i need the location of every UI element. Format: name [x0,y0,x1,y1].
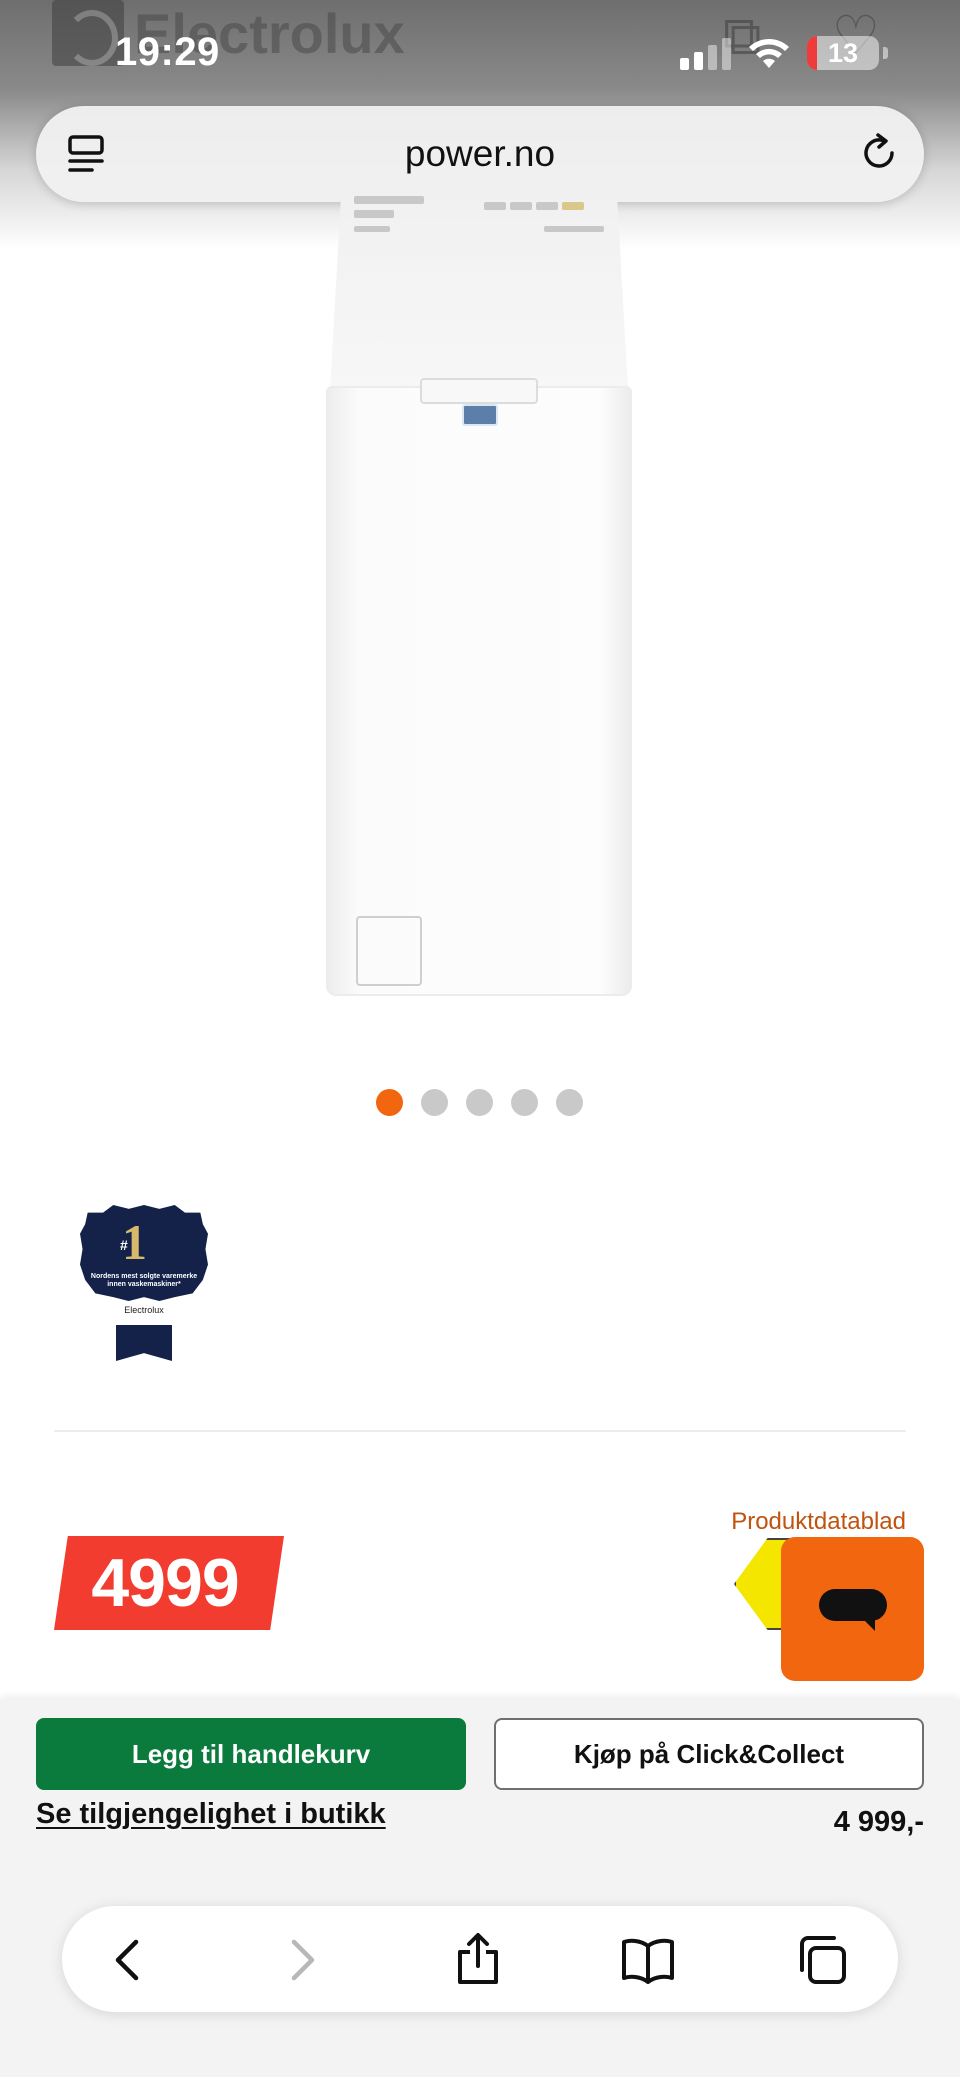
carousel-dot[interactable] [376,1089,403,1116]
status-time: 19:29 [115,30,220,74]
back-icon[interactable] [102,1932,158,1988]
sheet-price: 4 999,- [833,1806,924,1838]
wifi-icon [749,39,789,68]
award-ribbon [116,1325,172,1361]
carousel-dot[interactable] [556,1089,583,1116]
datasheet-link[interactable]: Produktdatablad [731,1508,906,1536]
browser-toolbar [62,1906,898,2012]
store-availability-link[interactable]: Se tilgjengelighet i butikk [36,1798,386,1831]
battery-level: 13 [827,37,859,68]
price-tag: 4999 [54,1536,284,1630]
bookmarks-icon[interactable] [620,1932,676,1988]
brand-logo: Electrolux [52,0,405,66]
award-badge: # 1 Nordens mest solgte varemerke innen … [80,1205,208,1361]
cellular-signal-icon [680,36,731,70]
product-image[interactable] [326,180,632,996]
award-brand: Electrolux [124,1305,164,1315]
carousel-dot[interactable] [421,1089,448,1116]
share-icon[interactable] [450,1932,506,1988]
tabs-icon[interactable] [794,1932,850,1988]
electrolux-logo-icon [52,0,124,66]
chat-bubble-tail [861,1617,875,1631]
energy-label-sticker [462,404,498,426]
click-and-collect-button[interactable]: Kjøp på Click&Collect [494,1718,924,1790]
machine-body [326,386,632,996]
chat-button[interactable] [781,1537,924,1681]
machine-lid [330,180,628,390]
award-text: Nordens mest solgte varemerke innen vask… [90,1273,198,1289]
forward-icon[interactable] [272,1932,328,1988]
battery-icon: 13 [807,36,879,70]
carousel-dots [376,1089,583,1116]
reload-icon[interactable] [858,132,900,174]
lid-handle [420,378,538,404]
status-indicators: 13 [680,36,888,70]
url-text[interactable]: power.no [405,133,555,175]
carousel-dot[interactable] [511,1089,538,1116]
battery-tip [883,47,888,59]
filter-door [356,916,422,986]
chat-bubble-icon [819,1589,887,1621]
award-rank: 1 [122,1214,147,1270]
section-divider [54,1430,906,1432]
add-to-cart-button[interactable]: Legg til handlekurv [36,1718,466,1790]
carousel-dot[interactable] [466,1089,493,1116]
price-amount: 4999 [91,1545,239,1621]
control-panel [354,196,612,236]
reader-mode-icon[interactable] [66,134,108,174]
